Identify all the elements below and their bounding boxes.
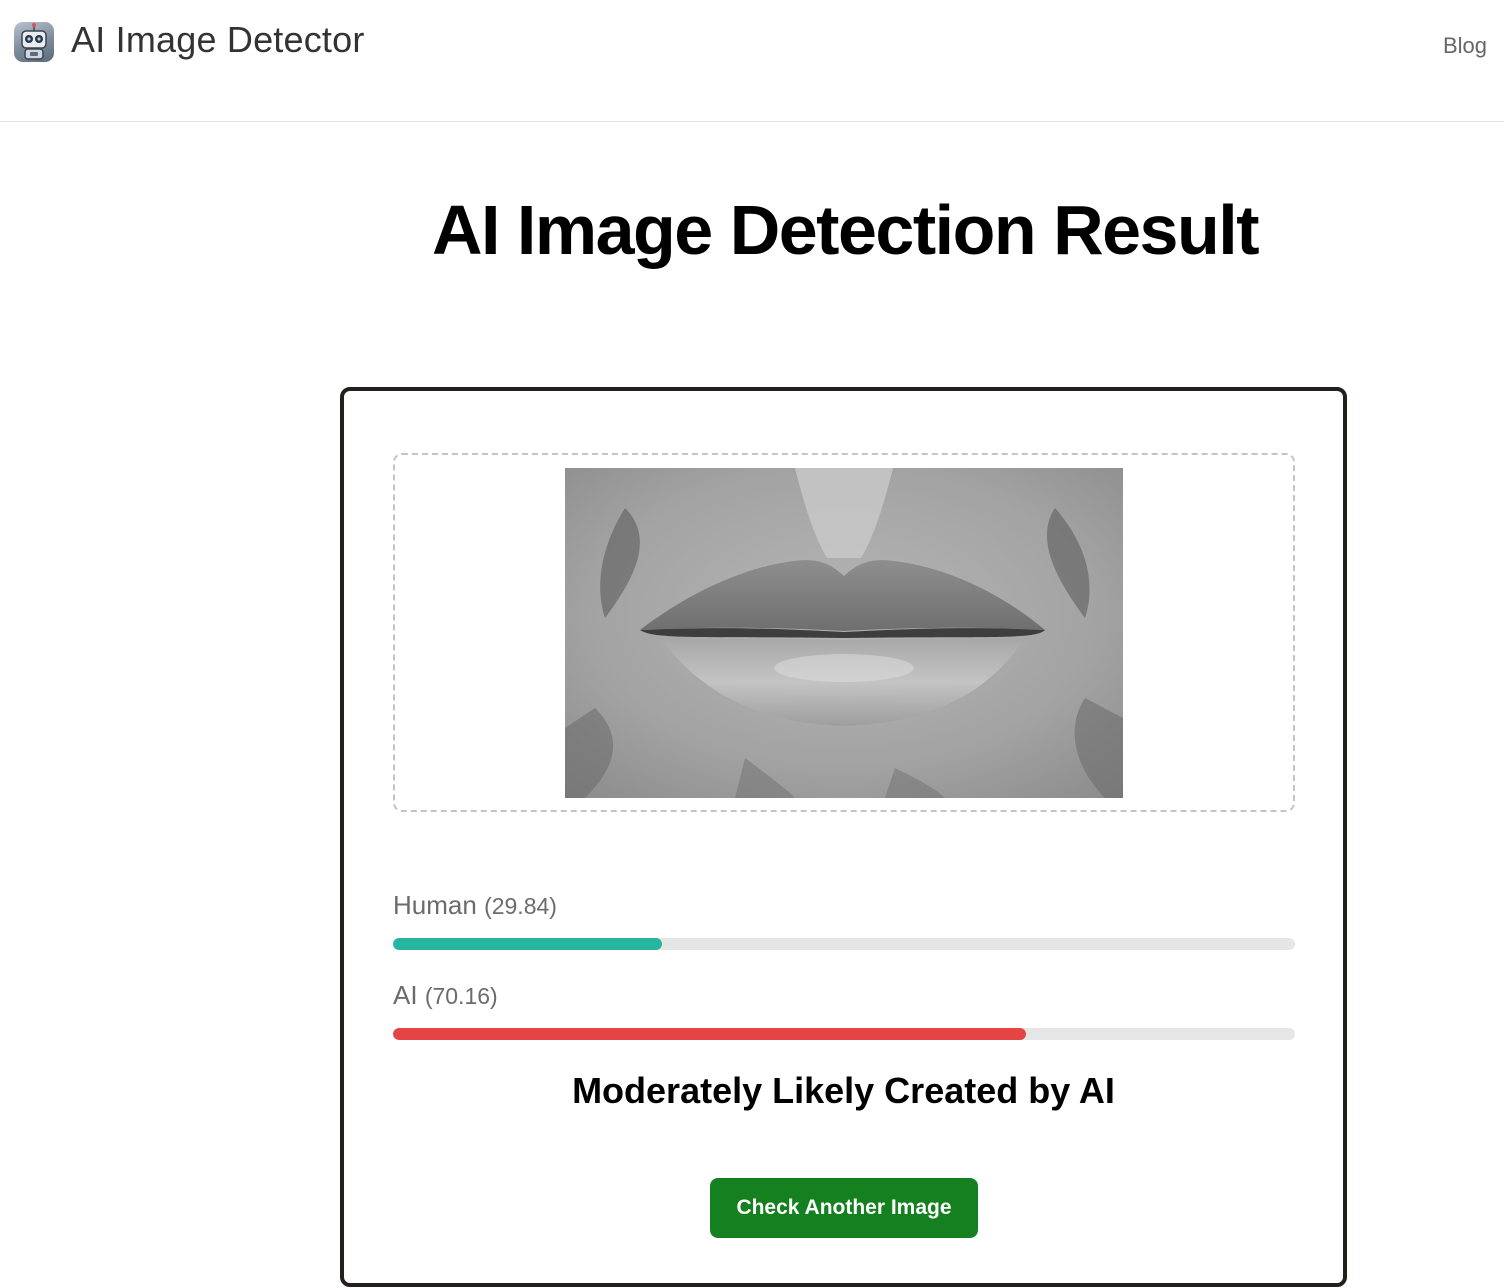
human-score-fill <box>393 938 663 950</box>
nav-blog-link[interactable]: Blog <box>1443 33 1487 59</box>
check-another-image-button[interactable]: Check Another Image <box>710 1178 978 1238</box>
human-score-label: Human (29.84) <box>393 890 557 921</box>
ai-score-value: (70.16) <box>424 983 498 1009</box>
human-label-text: Human <box>393 890 477 920</box>
verdict-text: Moderately Likely Created by AI <box>572 1070 1115 1111</box>
lips-photo-graphic <box>565 468 1123 798</box>
site-header: AI Image Detector Blog <box>0 0 1504 122</box>
brand-title[interactable]: AI Image Detector <box>71 19 365 61</box>
ai-score-label: AI (70.16) <box>393 980 498 1011</box>
page-title: AI Image Detection Result <box>431 191 1260 269</box>
uploaded-image-preview <box>565 468 1123 798</box>
result-card: Human (29.84) AI (70.16) Moderately Like… <box>340 387 1347 1287</box>
ai-label-text: AI <box>393 980 418 1010</box>
image-dropzone[interactable] <box>393 453 1295 812</box>
human-score-bar <box>393 938 1295 950</box>
ai-score-bar <box>393 1028 1295 1040</box>
robot-icon[interactable] <box>14 22 54 62</box>
robot-icon-graphic <box>21 23 47 60</box>
human-score-value: (29.84) <box>484 893 557 919</box>
ai-score-fill <box>393 1028 1026 1040</box>
